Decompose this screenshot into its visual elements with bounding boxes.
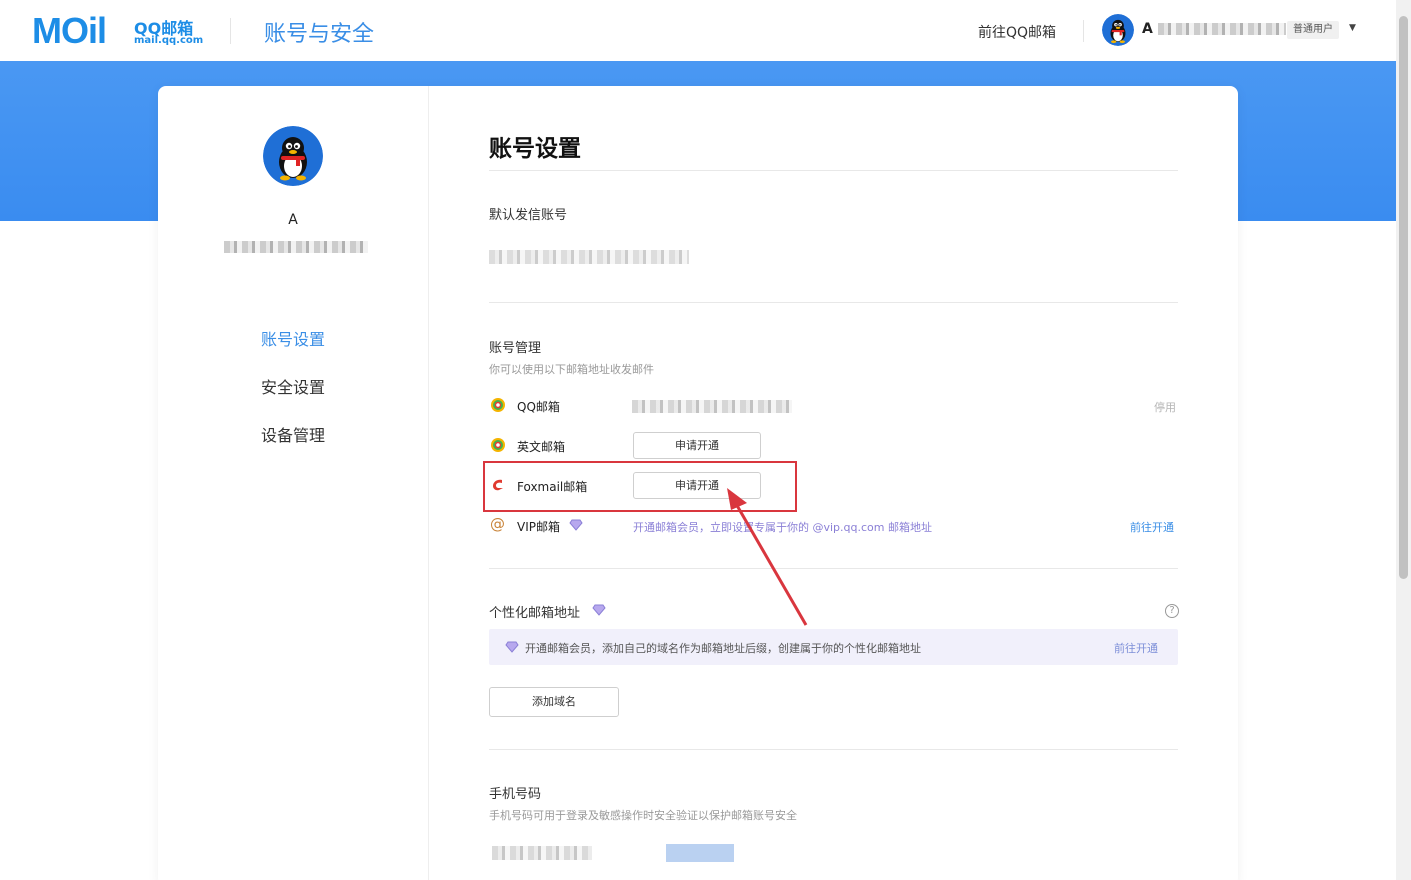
vip-mail-label: VIP邮箱 <box>517 520 560 534</box>
diamond-icon <box>592 604 606 616</box>
redacted-account <box>224 236 368 253</box>
foxmail-icon <box>493 479 503 491</box>
apply-foxmail-button[interactable]: 申请开通 <box>633 472 761 499</box>
custom-domain-title: 个性化邮箱地址 <box>489 606 581 621</box>
redacted-default-sender <box>489 236 709 276</box>
divider <box>489 170 1178 171</box>
qqmail-logo[interactable]: MOil QQ邮箱 mail.qq.com <box>32 10 204 51</box>
redacted-phone-action <box>666 844 734 862</box>
sidebar-item-device-management[interactable]: 设备管理 <box>261 422 325 446</box>
banner-goto-activate-link[interactable]: 前往开通 <box>1114 640 1158 656</box>
divider <box>489 749 1178 750</box>
redacted-email <box>224 240 368 253</box>
qq-penguin-icon <box>263 126 323 186</box>
qqmail-label: QQ邮箱 <box>517 400 560 414</box>
goto-qqmail-link[interactable]: 前往QQ邮箱 <box>978 22 1056 42</box>
vip-promo-banner: 开通邮箱会员，添加自己的域名作为邮箱地址后缀，创建属于你的个性化邮箱地址 前往开… <box>489 629 1178 665</box>
avatar[interactable] <box>263 126 323 186</box>
phone-title: 手机号码 <box>489 787 542 802</box>
profile-name: A <box>288 212 298 228</box>
sidebar-item-security-settings[interactable]: 安全设置 <box>261 374 325 398</box>
page-scrollbar[interactable] <box>1396 0 1411 880</box>
qq-penguin-icon <box>1102 14 1134 46</box>
avatar[interactable] <box>1102 14 1134 46</box>
header-divider <box>230 18 231 44</box>
redacted-username <box>1157 23 1286 35</box>
divider <box>489 302 1178 303</box>
add-domain-button[interactable]: 添加域名 <box>489 687 619 717</box>
redacted-qq-address <box>632 400 792 413</box>
account-management-subtitle: 你可以使用以下邮箱地址收发邮件 <box>489 363 654 376</box>
user-initial: A <box>1142 21 1153 37</box>
top-header: MOil QQ邮箱 mail.qq.com 账号与安全 前往QQ邮箱 A 普通用… <box>0 0 1396 61</box>
qqmail-icon <box>491 438 505 452</box>
logo-domain: mail.qq.com <box>134 35 204 46</box>
default-sender-title: 默认发信账号 <box>489 208 568 223</box>
apply-english-mail-button[interactable]: 申请开通 <box>633 432 761 459</box>
page-section-title: 账号与安全 <box>264 22 375 47</box>
vip-goto-activate-link[interactable]: 前往开通 <box>1130 519 1174 535</box>
vip-banner-text: 开通邮箱会员，添加自己的域名作为邮箱地址后缀，创建属于你的个性化邮箱地址 <box>525 642 921 655</box>
header-divider <box>1083 20 1084 42</box>
caret-down-icon[interactable]: ▼ <box>1349 23 1356 33</box>
redacted-phone <box>492 846 592 860</box>
vip-promo-text: 开通邮箱会员，立即设置专属于你的 @vip.qq.com 邮箱地址 <box>633 521 932 534</box>
page-title: 账号设置 <box>489 136 581 162</box>
disable-qqmail-link[interactable]: 停用 <box>1154 399 1176 415</box>
divider <box>489 568 1178 569</box>
account-tier-badge: 普通用户 <box>1287 21 1339 39</box>
diamond-icon <box>505 641 519 653</box>
scrollbar-thumb[interactable] <box>1399 16 1408 579</box>
sidebar-divider <box>428 86 429 880</box>
diamond-icon <box>569 519 583 531</box>
at-sign-icon: @ <box>490 515 505 533</box>
sidebar-item-account-settings[interactable]: 账号设置 <box>261 326 325 350</box>
foxmail-label: Foxmail邮箱 <box>517 480 588 494</box>
settings-card: A 账号设置 安全设置 设备管理 账号设置 默认发信账号 账号管理 你可以使用以… <box>158 86 1238 880</box>
english-mail-label: 英文邮箱 <box>517 440 566 454</box>
help-icon[interactable]: ? <box>1165 604 1179 618</box>
qqmail-icon <box>491 398 505 412</box>
user-display-name[interactable]: A <box>1142 21 1286 37</box>
phone-subtitle: 手机号码可用于登录及敏感操作时安全验证以保护邮箱账号安全 <box>489 809 797 822</box>
logo-word: MOil <box>32 10 107 51</box>
account-management-title: 账号管理 <box>489 341 542 356</box>
redacted-email <box>489 250 689 264</box>
